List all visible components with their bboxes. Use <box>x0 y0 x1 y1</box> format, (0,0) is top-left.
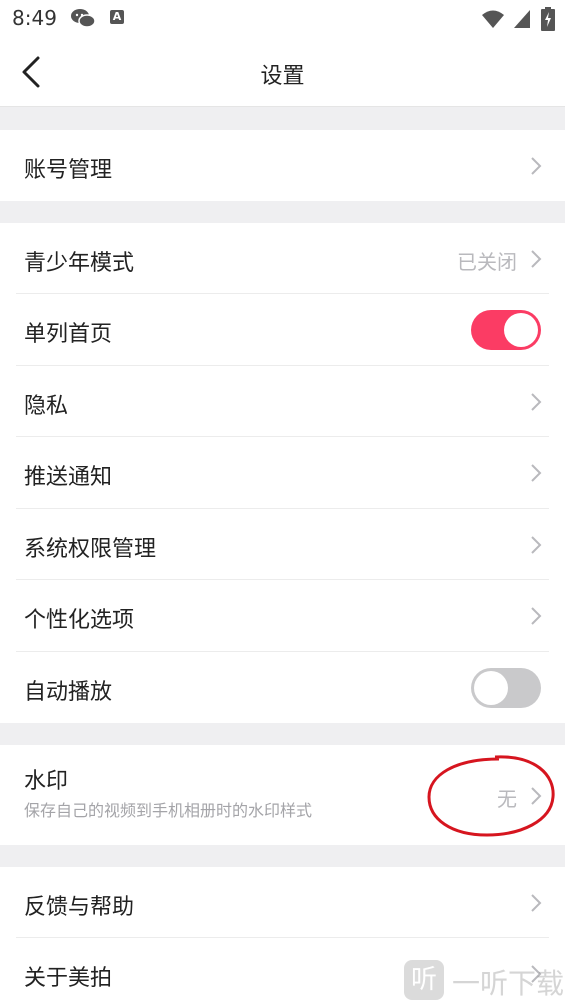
push-notification-row[interactable]: 推送通知 <box>0 437 565 509</box>
chevron-right-icon <box>531 250 542 268</box>
annotation-circle <box>427 755 555 837</box>
chevron-right-icon <box>531 607 542 625</box>
autoplay-toggle[interactable] <box>471 668 541 708</box>
chevron-right-icon <box>531 393 542 411</box>
row-label: 隐私 <box>24 394 69 419</box>
site-watermark: 听 一听下载 <box>404 956 565 1004</box>
signal-icon <box>514 10 530 28</box>
single-column-toggle[interactable] <box>471 310 541 350</box>
status-bar: 8:49 A <box>0 0 565 38</box>
personalization-row[interactable]: 个性化选项 <box>0 580 565 652</box>
watermark-description: 保存自己的视频到手机相册时的水印样式 <box>24 801 313 820</box>
wifi-icon <box>482 10 504 28</box>
toggle-knob <box>504 313 538 347</box>
row-label: 单列首页 <box>24 322 113 347</box>
chevron-right-icon <box>531 894 542 912</box>
row-label: 青少年模式 <box>24 251 135 276</box>
toggle-knob <box>474 671 508 705</box>
row-label: 水印 <box>24 769 69 794</box>
a-notification-icon: A <box>110 10 124 24</box>
status-time: 8:49 <box>12 6 57 30</box>
row-label: 账号管理 <box>24 158 113 183</box>
teen-mode-status: 已关闭 <box>457 250 517 274</box>
row-label: 反馈与帮助 <box>24 895 135 920</box>
row-label: 自动播放 <box>24 680 113 705</box>
chevron-right-icon <box>531 536 542 554</box>
account-management-row[interactable]: 账号管理 <box>0 130 565 201</box>
row-label: 推送通知 <box>24 465 113 490</box>
feedback-help-row[interactable]: 反馈与帮助 <box>0 867 565 938</box>
chevron-right-icon <box>531 157 542 175</box>
teen-mode-row[interactable]: 青少年模式 已关闭 <box>0 223 565 294</box>
privacy-row[interactable]: 隐私 <box>0 366 565 437</box>
row-label: 关于美拍 <box>24 966 113 991</box>
header-bar: 设置 <box>0 38 565 107</box>
watermark-logo: 听 <box>404 960 444 1000</box>
system-permissions-row[interactable]: 系统权限管理 <box>0 509 565 580</box>
autoplay-row: 自动播放 <box>0 652 565 723</box>
watermark-text: 一听下载 <box>452 967 565 1000</box>
row-label: 系统权限管理 <box>24 537 157 562</box>
page-title: 设置 <box>260 64 305 89</box>
row-label: 个性化选项 <box>24 608 135 633</box>
battery-icon <box>541 7 555 31</box>
wechat-icon <box>71 9 96 28</box>
chevron-right-icon <box>531 464 542 482</box>
single-column-home-row: 单列首页 <box>0 294 565 366</box>
